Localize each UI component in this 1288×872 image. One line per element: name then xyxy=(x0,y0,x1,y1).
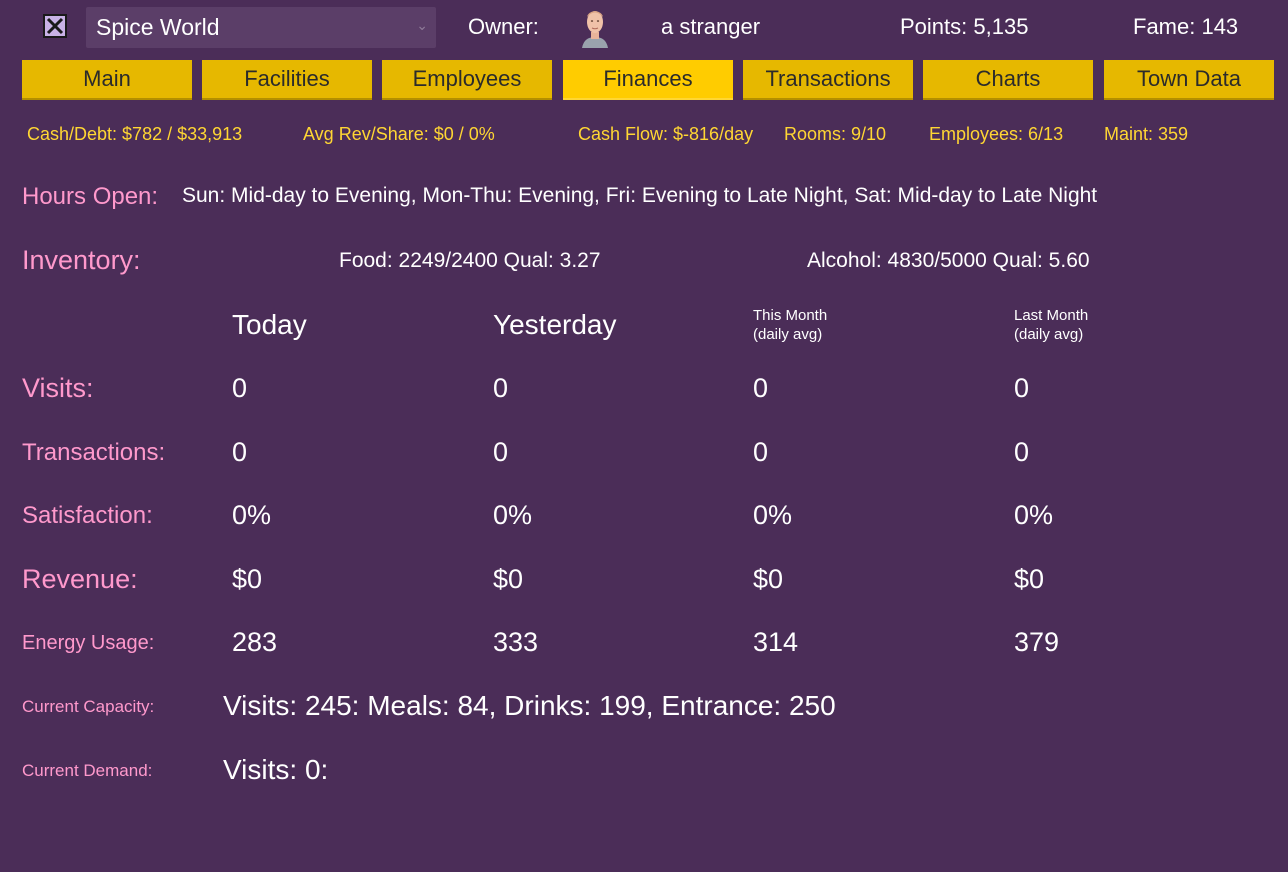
current-demand-label: Current Demand: xyxy=(22,761,153,780)
visits-this-month: 0 xyxy=(753,373,769,403)
energy-this-month: 314 xyxy=(753,627,799,657)
satisfaction-last-month: 0% xyxy=(1014,500,1054,530)
hours-open-label: Hours Open: xyxy=(22,183,159,210)
business-name: Spice World xyxy=(96,14,220,40)
this-month-subtitle: (daily avg) xyxy=(753,326,823,343)
col-header-last-month: Last Month (daily avg) xyxy=(1014,306,1088,344)
tab-main[interactable]: Main xyxy=(22,60,192,100)
food-inventory: Food: 2249/2400 Qual: 3.27 xyxy=(339,249,601,272)
energy-last-month: 379 xyxy=(1014,627,1060,657)
owner-name: a stranger xyxy=(661,14,761,39)
col-header-today: Today xyxy=(232,309,307,340)
satisfaction-today: 0% xyxy=(232,500,272,530)
transactions-this-month: 0 xyxy=(753,437,769,467)
close-icon[interactable] xyxy=(43,14,67,38)
business-panel: Spice World ⌄ Owner: a stranger Points: … xyxy=(0,0,1288,872)
transactions-yesterday: 0 xyxy=(493,437,509,467)
this-month-title: This Month xyxy=(753,307,828,324)
maint-stat: Maint: 359 xyxy=(1104,124,1189,144)
current-demand-value: Visits: 0: xyxy=(223,754,329,785)
current-capacity-value: Visits: 245: Meals: 84, Drinks: 199, Ent… xyxy=(223,690,836,721)
tab-employees[interactable]: Employees xyxy=(382,60,552,100)
tab-transactions[interactable]: Transactions xyxy=(743,60,913,100)
tab-charts[interactable]: Charts xyxy=(923,60,1093,100)
energy-today: 283 xyxy=(232,627,278,657)
alcohol-inventory: Alcohol: 4830/5000 Qual: 5.60 xyxy=(807,249,1090,272)
hours-open-value: Sun: Mid-day to Evening, Mon-Thu: Evenin… xyxy=(182,184,1098,207)
fame-display: Fame: 143 xyxy=(1133,14,1239,39)
revenue-this-month: $0 xyxy=(753,564,784,594)
owner-avatar[interactable] xyxy=(580,7,610,48)
cash-debt-stat: Cash/Debt: $782 / $33,913 xyxy=(27,124,243,144)
tab-town-data[interactable]: Town Data xyxy=(1104,60,1274,100)
row-label-satisfaction: Satisfaction: xyxy=(22,502,153,529)
transactions-today: 0 xyxy=(232,437,248,467)
inventory-label: Inventory: xyxy=(22,245,141,275)
visits-yesterday: 0 xyxy=(493,373,509,403)
row-label-revenue: Revenue: xyxy=(22,564,138,594)
last-month-subtitle: (daily avg) xyxy=(1014,326,1084,343)
business-select[interactable]: Spice World ⌄ xyxy=(86,7,436,48)
cash-flow-stat: Cash Flow: $-816/day xyxy=(578,124,754,144)
revenue-yesterday: $0 xyxy=(493,564,524,594)
row-label-visits: Visits: xyxy=(22,373,94,403)
tab-finances[interactable]: Finances xyxy=(563,60,733,100)
owner-label: Owner: xyxy=(468,14,539,39)
visits-today: 0 xyxy=(232,373,248,403)
avg-revenue-stat: Avg Rev/Share: $0 / 0% xyxy=(303,124,495,144)
rooms-stat: Rooms: 9/10 xyxy=(784,124,887,144)
visits-last-month: 0 xyxy=(1014,373,1030,403)
employees-stat: Employees: 6/13 xyxy=(929,124,1064,144)
revenue-last-month: $0 xyxy=(1014,564,1045,594)
current-capacity-label: Current Capacity: xyxy=(22,697,155,716)
satisfaction-yesterday: 0% xyxy=(493,500,533,530)
row-label-transactions: Transactions: xyxy=(22,439,166,466)
transactions-last-month: 0 xyxy=(1014,437,1030,467)
tab-facilities[interactable]: Facilities xyxy=(202,60,372,100)
points-display: Points: 5,135 xyxy=(900,14,1029,39)
energy-yesterday: 333 xyxy=(493,627,539,657)
revenue-today: $0 xyxy=(232,564,263,594)
col-header-yesterday: Yesterday xyxy=(493,309,617,340)
satisfaction-this-month: 0% xyxy=(753,500,793,530)
col-header-this-month: This Month (daily avg) xyxy=(753,306,827,344)
chevron-down-icon: ⌄ xyxy=(416,17,428,33)
last-month-title: Last Month xyxy=(1014,307,1089,324)
row-label-energy-usage: Energy Usage: xyxy=(22,632,155,654)
